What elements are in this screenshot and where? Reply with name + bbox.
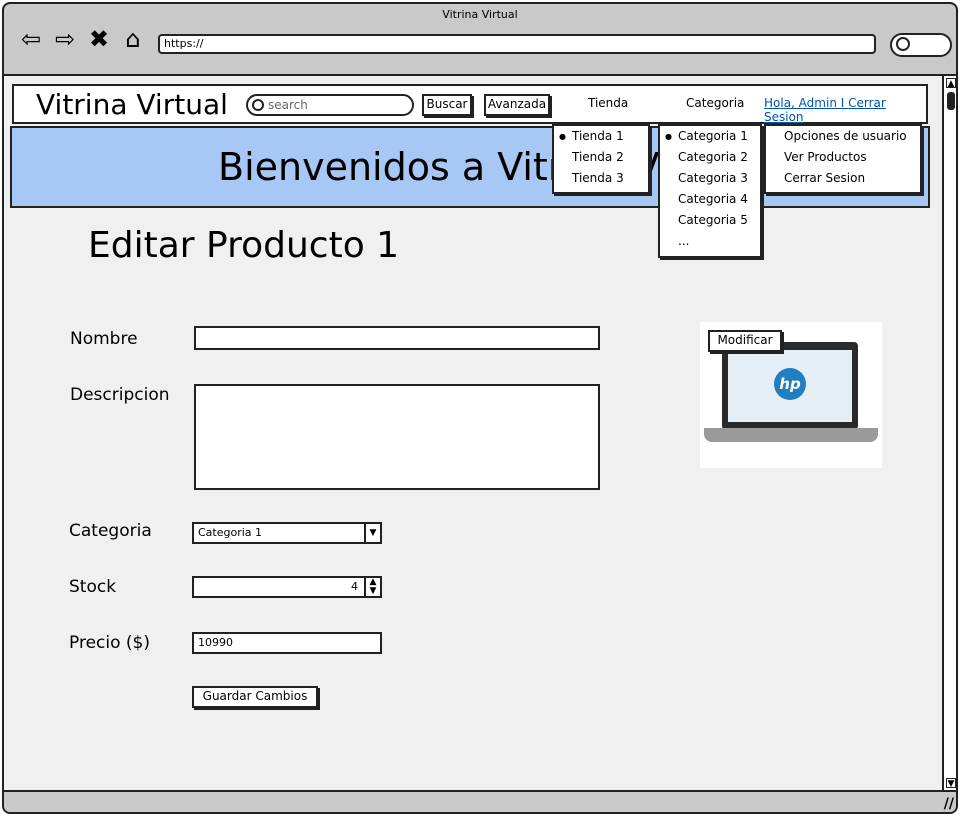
precio-label: Precio ($) xyxy=(69,633,150,653)
menu-item-tienda-2[interactable]: Tienda 2 xyxy=(554,147,648,168)
scroll-thumb[interactable] xyxy=(947,92,955,110)
search-icon xyxy=(252,99,264,111)
nombre-label: Nombre xyxy=(70,329,138,349)
dropdown-tienda: Tienda 1 Tienda 2 Tienda 3 xyxy=(552,124,650,194)
hp-logo-icon: hp xyxy=(774,368,806,400)
nav-menu-tienda[interactable]: Tienda xyxy=(588,96,628,110)
scroll-down-icon[interactable]: ▼ xyxy=(946,778,956,789)
advanced-search-button[interactable]: Avanzada xyxy=(484,94,550,116)
categoria-select[interactable]: Categoria 1 ▼ xyxy=(192,522,382,544)
modify-image-button[interactable]: Modificar xyxy=(708,330,782,352)
laptop-screen: hp xyxy=(722,342,858,430)
categoria-label: Categoria xyxy=(69,521,152,541)
chevron-down-icon[interactable]: ▼ xyxy=(364,524,380,542)
nombre-field[interactable] xyxy=(194,326,600,350)
menu-item-categoria-2[interactable]: Categoria 2 xyxy=(660,147,760,168)
stock-label: Stock xyxy=(69,577,117,597)
laptop-display: hp xyxy=(728,350,852,422)
site-header: Vitrina Virtual search Buscar Avanzada T… xyxy=(12,84,928,124)
menu-item-categoria-4[interactable]: Categoria 4 xyxy=(660,189,760,210)
status-bar: // xyxy=(4,790,956,812)
nav-menu-categoria[interactable]: Categoria xyxy=(686,96,744,110)
stock-value: 4 xyxy=(351,580,358,593)
menu-item-categoria-3[interactable]: Categoria 3 xyxy=(660,168,760,189)
dropdown-categoria: Categoria 1 Categoria 2 Categoria 3 Cate… xyxy=(658,124,762,258)
close-icon[interactable]: ✖ xyxy=(86,26,112,52)
back-arrow-icon[interactable]: ⇦ xyxy=(18,26,44,52)
scroll-up-icon[interactable]: ▲ xyxy=(946,78,956,89)
menu-item-tienda-3[interactable]: Tienda 3 xyxy=(554,168,648,189)
search-input[interactable]: search xyxy=(246,94,414,116)
search-placeholder: search xyxy=(268,98,308,112)
vertical-scrollbar[interactable]: ▲ ▼ xyxy=(942,74,956,790)
browser-window: Vitrina Virtual ⇦ ⇨ ✖ ⌂ https:// Vitrina… xyxy=(2,2,958,814)
menu-item-logout[interactable]: Cerrar Sesion xyxy=(766,168,920,189)
menu-item-tienda-1[interactable]: Tienda 1 xyxy=(554,126,648,147)
menu-item-view-products[interactable]: Ver Productos xyxy=(766,147,920,168)
menu-item-user-options[interactable]: Opciones de usuario xyxy=(766,126,920,147)
forward-arrow-icon[interactable]: ⇨ xyxy=(52,26,78,52)
user-session-link[interactable]: Hola, Admin I Cerrar Sesion xyxy=(764,96,926,124)
search-icon xyxy=(896,37,910,51)
laptop-base xyxy=(704,428,878,442)
categoria-selected-value: Categoria 1 xyxy=(198,526,263,539)
menu-item-categoria-5[interactable]: Categoria 5 xyxy=(660,210,760,231)
url-bar[interactable]: https:// xyxy=(158,34,876,54)
home-icon[interactable]: ⌂ xyxy=(120,26,146,52)
site-title[interactable]: Vitrina Virtual xyxy=(36,88,228,122)
descripcion-label: Descripcion xyxy=(70,385,170,405)
descripcion-textarea[interactable] xyxy=(194,384,600,490)
window-title: Vitrina Virtual xyxy=(442,8,518,21)
resize-grip-icon[interactable]: // xyxy=(944,796,954,812)
menu-item-categoria-1[interactable]: Categoria 1 xyxy=(660,126,760,147)
stock-stepper[interactable]: 4 ▲ ▼ xyxy=(192,576,382,598)
browser-search-field[interactable] xyxy=(890,33,952,57)
dropdown-usuario: Opciones de usuario Ver Productos Cerrar… xyxy=(764,124,922,194)
browser-nav-icons: ⇦ ⇨ ✖ ⌂ xyxy=(18,26,146,52)
page-title: Editar Producto 1 xyxy=(88,225,400,266)
search-button[interactable]: Buscar xyxy=(422,94,472,116)
menu-item-categoria-more[interactable]: ... xyxy=(660,231,760,252)
precio-field[interactable]: 10990 xyxy=(192,632,382,654)
page-viewport: Vitrina Virtual search Buscar Avanzada T… xyxy=(4,74,942,790)
stepper-arrows-icon[interactable]: ▲ ▼ xyxy=(364,578,380,596)
save-changes-button[interactable]: Guardar Cambios xyxy=(192,686,318,708)
